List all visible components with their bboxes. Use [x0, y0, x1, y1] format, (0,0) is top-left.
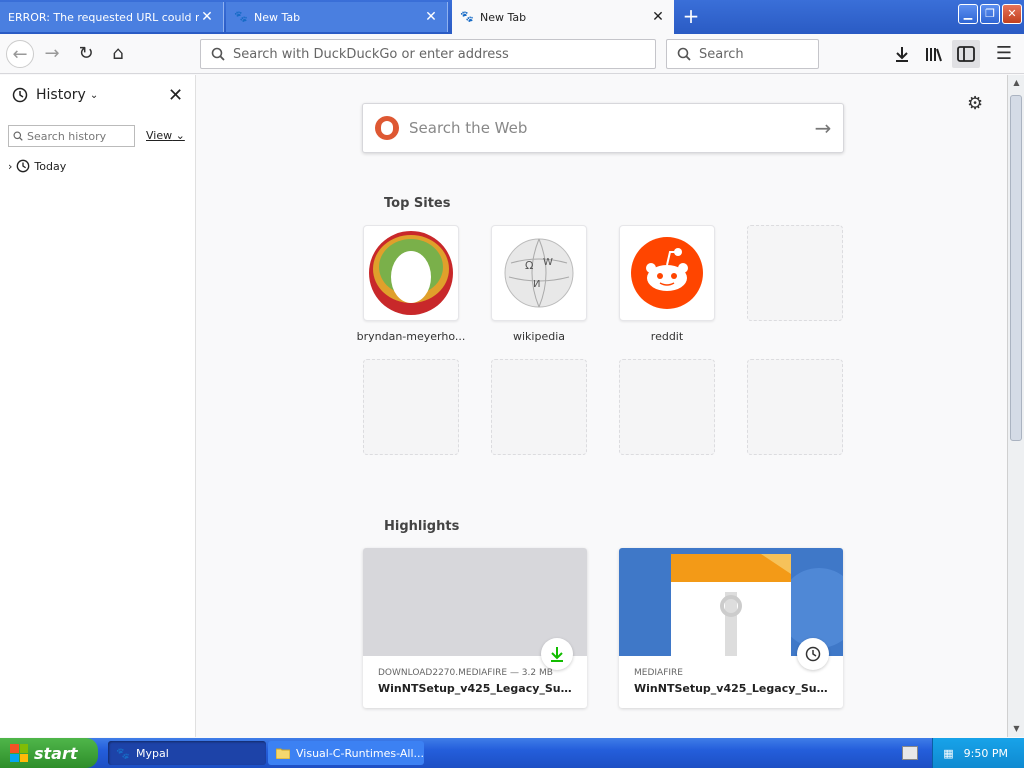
windows-logo-icon: [10, 744, 28, 762]
highlights-heading: Highlights: [384, 519, 460, 534]
web-search-box[interactable]: Search the Web →: [362, 103, 844, 153]
history-search-input[interactable]: Search history: [8, 125, 135, 147]
close-tab-icon[interactable]: ✕: [650, 9, 666, 25]
clock-icon: [17, 159, 30, 173]
top-site-label: bryndan-meyerho...: [356, 330, 466, 343]
search-icon: [677, 47, 691, 61]
downloads-icon[interactable]: [888, 40, 916, 68]
mypal-favicon-icon: 🐾: [460, 10, 474, 23]
forward-button[interactable]: →: [38, 40, 66, 68]
folder-icon: [276, 748, 290, 759]
taskbar-button-mypal[interactable]: 🐾 Mypal: [108, 741, 266, 765]
taskbar-button-folder[interactable]: Visual-C-Runtimes-All...: [268, 741, 424, 765]
mypal-app-icon: 🐾: [116, 747, 130, 760]
history-item-today[interactable]: › Today: [8, 159, 66, 173]
tab-new-tab-1[interactable]: 🐾 New Tab ✕: [226, 2, 448, 32]
top-site-tile[interactable]: [619, 225, 715, 321]
chevron-down-icon: ⌄: [172, 129, 185, 142]
tab-title: New Tab: [254, 10, 301, 24]
address-bar[interactable]: Search with DuckDuckGo or enter address: [200, 39, 656, 69]
minimize-button[interactable]: ▁: [958, 4, 978, 24]
history-search-placeholder: Search history: [27, 129, 107, 143]
tab-title: New Tab: [480, 10, 527, 24]
taskbar-button-label: Mypal: [136, 746, 169, 760]
empty-top-site-slot[interactable]: [747, 225, 843, 321]
taskbar-button-label: Visual-C-Runtimes-All...: [296, 746, 424, 760]
tab-strip: ERROR: The requested URL could not be re…: [0, 0, 1024, 34]
close-tab-icon[interactable]: ✕: [199, 9, 215, 25]
search-icon: [13, 131, 23, 141]
close-tab-icon[interactable]: ✕: [423, 9, 439, 25]
sidebar-toggle-icon[interactable]: [952, 40, 980, 68]
top-site-tile[interactable]: Ω W И: [491, 225, 587, 321]
clock: 9:50 PM: [963, 746, 1008, 760]
highlight-title: WinNTSetup_v425_Legacy_Supp...: [634, 682, 834, 695]
arrow-right-icon[interactable]: →: [803, 116, 843, 140]
svg-text:И: И: [533, 279, 540, 290]
search-icon: [211, 47, 225, 61]
web-search-placeholder: Search the Web: [409, 119, 528, 137]
highlight-host: MEDIAFIRE: [634, 668, 683, 678]
reddit-logo-icon: [631, 237, 703, 309]
svg-text:W: W: [543, 257, 553, 268]
tab-new-tab-active[interactable]: 🐾 New Tab ✕: [452, 0, 674, 34]
start-label: start: [34, 743, 78, 763]
empty-top-site-slot[interactable]: [363, 359, 459, 455]
tab-error[interactable]: ERROR: The requested URL could not be re…: [0, 2, 224, 32]
highlight-card[interactable]: DOWNLOAD2270.MEDIAFIRE — 3.2 MB WinNTSet…: [363, 548, 587, 708]
scrollbar-thumb[interactable]: [1010, 95, 1022, 441]
keyboard-icon[interactable]: [902, 746, 918, 760]
empty-top-site-slot[interactable]: [619, 359, 715, 455]
empty-top-site-slot[interactable]: [747, 359, 843, 455]
system-tray: ▦ 9:50 PM: [932, 738, 1024, 768]
library-icon[interactable]: [920, 40, 948, 68]
highlight-card[interactable]: MEDIAFIRE WinNTSetup_v425_Legacy_Supp...: [619, 548, 843, 708]
new-tab-page: ⚙ Search the Web → Top Sites bryndan-mey…: [197, 75, 1007, 737]
empty-top-site-slot[interactable]: [491, 359, 587, 455]
restore-button[interactable]: ❐: [980, 4, 1000, 24]
clock-icon: [797, 638, 829, 670]
search-bar[interactable]: Search: [666, 39, 819, 69]
highlight-title: WinNTSetup_v425_Legacy_Supp...: [378, 682, 578, 695]
clock-icon: [12, 87, 28, 103]
top-sites-heading: Top Sites: [384, 196, 451, 211]
scroll-up-arrow-icon[interactable]: ▲: [1009, 75, 1024, 91]
scroll-down-arrow-icon[interactable]: ▼: [1009, 721, 1024, 737]
svg-text:Ω: Ω: [525, 259, 533, 272]
site-logo-icon: [369, 231, 453, 315]
new-tab-button[interactable]: +: [680, 4, 702, 28]
search-bar-placeholder: Search: [699, 46, 744, 62]
history-sidebar: History ⌄ ✕ Search history View ⌄ › Toda…: [0, 75, 196, 737]
top-site-tile[interactable]: [363, 225, 459, 321]
window-controls: ▁ ❐ ✕: [958, 4, 1022, 24]
windows-taskbar: start 🐾 Mypal Visual-C-Runtimes-All... ▦…: [0, 738, 1024, 768]
tab-title: ERROR: The requested URL could not be re…: [8, 10, 199, 24]
start-button[interactable]: start: [0, 738, 98, 768]
vertical-scrollbar[interactable]: ▲ ▼: [1007, 75, 1024, 737]
history-item-label: Today: [34, 159, 67, 173]
sidebar-title: History: [36, 87, 86, 103]
sidebar-header[interactable]: History ⌄: [12, 87, 98, 103]
reload-button[interactable]: ↻: [72, 40, 100, 68]
view-label: View: [146, 129, 173, 142]
address-bar-placeholder: Search with DuckDuckGo or enter address: [233, 46, 509, 62]
network-icon[interactable]: ▦: [943, 747, 953, 760]
view-menu-button[interactable]: View ⌄: [146, 129, 185, 142]
close-window-button[interactable]: ✕: [1002, 4, 1022, 24]
wikipedia-globe-icon: Ω W И: [504, 238, 574, 308]
mypal-favicon-icon: 🐾: [234, 10, 248, 23]
download-icon: [541, 638, 573, 670]
close-sidebar-button[interactable]: ✕: [168, 85, 183, 106]
back-button[interactable]: ←: [6, 40, 34, 68]
chevron-down-icon: ⌄: [89, 89, 99, 101]
top-site-label: reddit: [650, 330, 684, 343]
navigation-toolbar: ← → ↻ ⌂ Search with DuckDuckGo or enter …: [0, 34, 1024, 74]
duckduckgo-logo-icon: [375, 116, 399, 140]
top-site-label: wikipedia: [512, 330, 565, 343]
menu-icon[interactable]: ☰: [990, 40, 1018, 68]
chevron-right-icon[interactable]: ›: [8, 160, 12, 173]
home-button[interactable]: ⌂: [104, 40, 132, 68]
highlight-host: DOWNLOAD2270.MEDIAFIRE — 3.2 MB: [378, 668, 553, 678]
gear-icon[interactable]: ⚙: [967, 93, 983, 114]
